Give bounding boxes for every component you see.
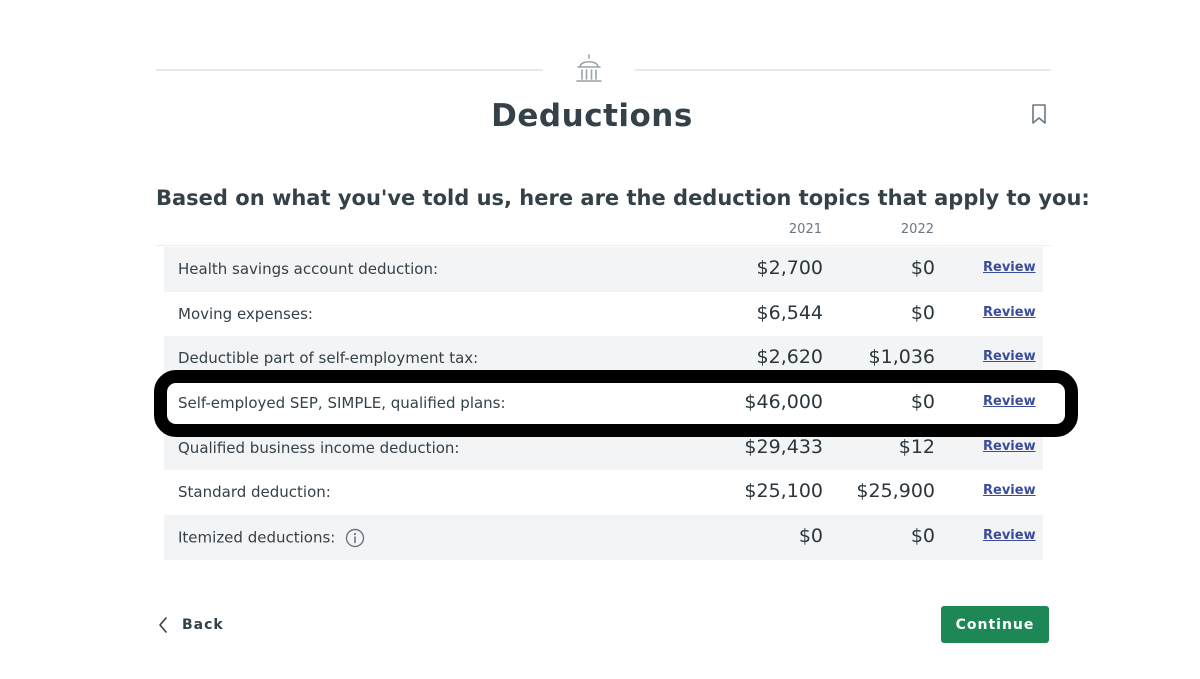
row-label: Qualified business income deduction: xyxy=(178,438,460,457)
table-row-highlighted: Self-employed SEP, SIMPLE, qualified pla… xyxy=(164,381,1043,426)
continue-button[interactable]: Continue xyxy=(941,606,1049,643)
back-button[interactable]: Back xyxy=(157,613,224,637)
review-link[interactable]: Review xyxy=(983,439,1036,454)
table-row: Standard deduction: $25,100 $25,900 Revi… xyxy=(164,470,1043,515)
column-header-2021: 2021 xyxy=(788,222,822,237)
deductions-page: Deductions Based on what you've told us,… xyxy=(0,0,1200,679)
amount-2022: $0 xyxy=(910,301,935,324)
amount-2022: $1,036 xyxy=(868,346,935,369)
table-row: Health savings account deduction: $2,700… xyxy=(164,247,1043,292)
chevron-left-icon xyxy=(159,617,167,633)
row-label: Deductible part of self-employment tax: xyxy=(178,349,479,368)
row-label: Health savings account deduction: xyxy=(178,260,439,278)
back-label: Back xyxy=(182,617,224,633)
review-link[interactable]: Review xyxy=(983,305,1036,320)
table-row: Deductible part of self-employment tax: … xyxy=(164,336,1043,382)
table-row: Qualified business income deduction: $29… xyxy=(164,425,1043,471)
row-label: Self-employed SEP, SIMPLE, qualified pla… xyxy=(178,394,506,413)
header-divider-left xyxy=(156,69,543,71)
table-row: Moving expenses: $6,544 $0 Review xyxy=(164,292,1043,337)
row-label-with-info: Itemized deductions: xyxy=(178,528,365,548)
header-divider-right xyxy=(635,69,1051,71)
review-link[interactable]: Review xyxy=(983,349,1036,364)
review-link[interactable]: Review xyxy=(983,260,1036,275)
info-icon[interactable] xyxy=(345,528,365,548)
intro-text: Based on what you've told us, here are t… xyxy=(156,186,1090,210)
amount-2022: $25,900 xyxy=(856,480,935,503)
deductions-table: Health savings account deduction: $2,700… xyxy=(164,247,1043,560)
amount-2022: $12 xyxy=(898,435,935,458)
capitol-building-icon xyxy=(576,54,602,82)
review-link[interactable]: Review xyxy=(983,394,1036,409)
amount-2022: $0 xyxy=(910,257,935,279)
amount-2022: $0 xyxy=(910,391,935,414)
row-label: Itemized deductions: xyxy=(178,528,336,547)
bookmark-icon[interactable] xyxy=(1030,103,1048,125)
table-row: Itemized deductions: $0 $0 Review xyxy=(164,515,1043,560)
table-divider xyxy=(156,245,1051,246)
review-link[interactable]: Review xyxy=(983,528,1036,543)
row-label: Moving expenses: xyxy=(178,304,313,323)
page-title: Deductions xyxy=(491,98,693,134)
column-header-2022: 2022 xyxy=(900,222,934,237)
review-link[interactable]: Review xyxy=(983,483,1036,498)
row-label: Standard deduction: xyxy=(178,483,331,502)
amount-2022: $0 xyxy=(910,525,935,548)
